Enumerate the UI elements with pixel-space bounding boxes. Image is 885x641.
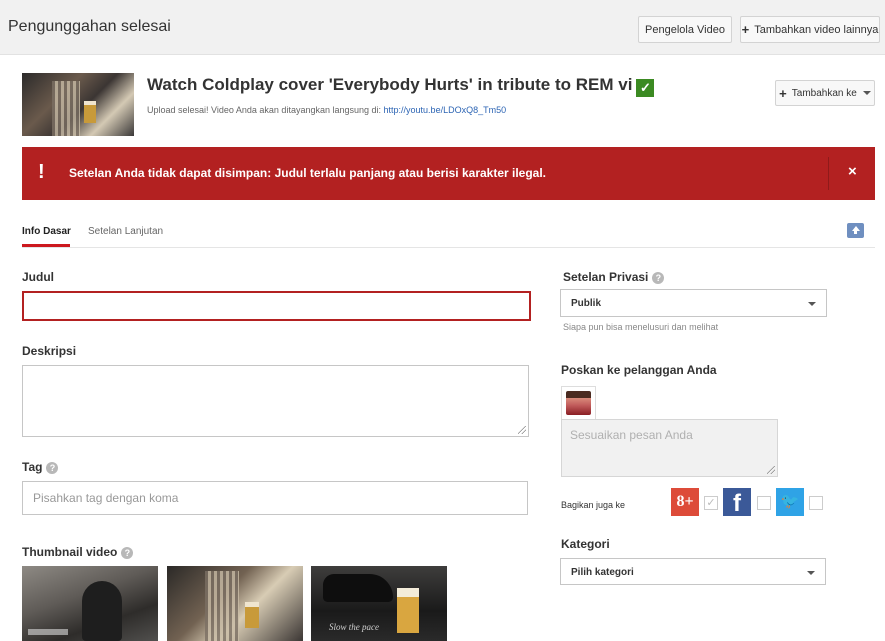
share-label: Bagikan juga ke [561, 500, 626, 510]
add-more-videos-label: Tambahkan video lainnya [754, 23, 879, 36]
description-input[interactable] [22, 365, 529, 437]
privacy-label-text: Setelan Privasi [563, 270, 649, 284]
exclamation-icon: ! [38, 161, 45, 183]
divider [22, 247, 875, 248]
thumbnail-option-3[interactable]: Slow the pace [311, 566, 447, 641]
privacy-label: Setelan Privasi? [563, 270, 665, 284]
thumbnail-option-1[interactable] [22, 566, 158, 641]
plus-icon: + [779, 85, 787, 101]
google-plus-icon[interactable]: 8+ [671, 488, 699, 516]
privacy-selected: Publik [571, 298, 602, 309]
tags-label: Tag? [22, 460, 59, 474]
thumbnail-label-text: Thumbnail video [22, 545, 118, 559]
add-to-label: Tambahkan ke [791, 87, 857, 99]
tab-advanced-settings[interactable]: Setelan Lanjutan [88, 226, 163, 237]
tags-input[interactable]: Pisahkan tag dengan koma [22, 481, 528, 515]
facebook-icon[interactable]: f [723, 488, 751, 517]
add-to-button[interactable]: + Tambahkan ke [775, 80, 875, 106]
facebook-checkbox[interactable] [757, 496, 771, 510]
video-thumbnail [22, 73, 134, 136]
top-bar: Pengunggahan selesai Pengelola Video + T… [0, 0, 885, 55]
help-icon[interactable]: ? [121, 547, 134, 559]
title-input[interactable] [22, 291, 531, 321]
category-select[interactable]: Pilih kategori [560, 558, 826, 585]
video-title-text: Watch Coldplay cover 'Everybody Hurts' i… [147, 75, 633, 94]
chevron-down-icon [862, 91, 871, 95]
close-icon[interactable]: × [848, 163, 857, 180]
privacy-hint: Siapa pun bisa menelusuri dan melihat [563, 322, 719, 332]
tags-placeholder: Pisahkan tag dengan koma [33, 491, 179, 505]
upload-message-text: Upload selesai! Video Anda akan ditayang… [147, 105, 382, 115]
help-icon[interactable]: ? [46, 462, 59, 474]
upload-message: Upload selesai! Video Anda akan ditayang… [147, 105, 506, 115]
title-label: Judul [22, 270, 54, 284]
twitter-checkbox[interactable] [809, 496, 823, 510]
plus-icon: + [741, 22, 750, 37]
upload-icon[interactable] [847, 223, 864, 238]
post-message-placeholder: Sesuaikan pesan Anda [570, 428, 693, 442]
resize-handle-icon[interactable] [767, 466, 775, 474]
privacy-select[interactable]: Publik [560, 289, 827, 317]
error-banner: ! Setelan Anda tidak dapat disimpan: Jud… [22, 147, 875, 200]
post-message-input[interactable]: Sesuaikan pesan Anda [561, 419, 778, 477]
help-icon[interactable]: ? [652, 272, 665, 284]
error-message: Setelan Anda tidak dapat disimpan: Judul… [69, 166, 547, 180]
add-more-videos-button[interactable]: + Tambahkan video lainnya [740, 16, 880, 43]
chevron-down-icon [808, 302, 816, 306]
thumbnail-option-2[interactable] [167, 566, 303, 641]
video-link[interactable]: http://youtu.be/LDOxQ8_Tm50 [384, 105, 507, 115]
tab-basic-info[interactable]: Info Dasar [22, 226, 71, 237]
checkmark-icon: ✓ [636, 79, 655, 97]
avatar [561, 386, 596, 420]
google-plus-checkbox[interactable]: ✓ [704, 496, 718, 510]
chevron-down-icon [807, 571, 815, 575]
twitter-icon[interactable]: 🐦 [776, 488, 804, 516]
post-label: Poskan ke pelanggan Anda [561, 363, 717, 377]
thumbnail-label: Thumbnail video? [22, 545, 134, 559]
thumbnail-slogan: Slow the pace [329, 622, 379, 632]
category-selected: Pilih kategori [571, 567, 634, 578]
video-title: Watch Coldplay cover 'Everybody Hurts' i… [147, 75, 655, 97]
divider [828, 157, 829, 190]
category-label: Kategori [561, 537, 610, 551]
description-label: Deskripsi [22, 344, 77, 358]
tags-label-text: Tag [22, 460, 43, 474]
resize-handle-icon[interactable] [518, 426, 526, 434]
page-title: Pengunggahan selesai [8, 18, 171, 35]
video-manager-button[interactable]: Pengelola Video [638, 16, 732, 43]
